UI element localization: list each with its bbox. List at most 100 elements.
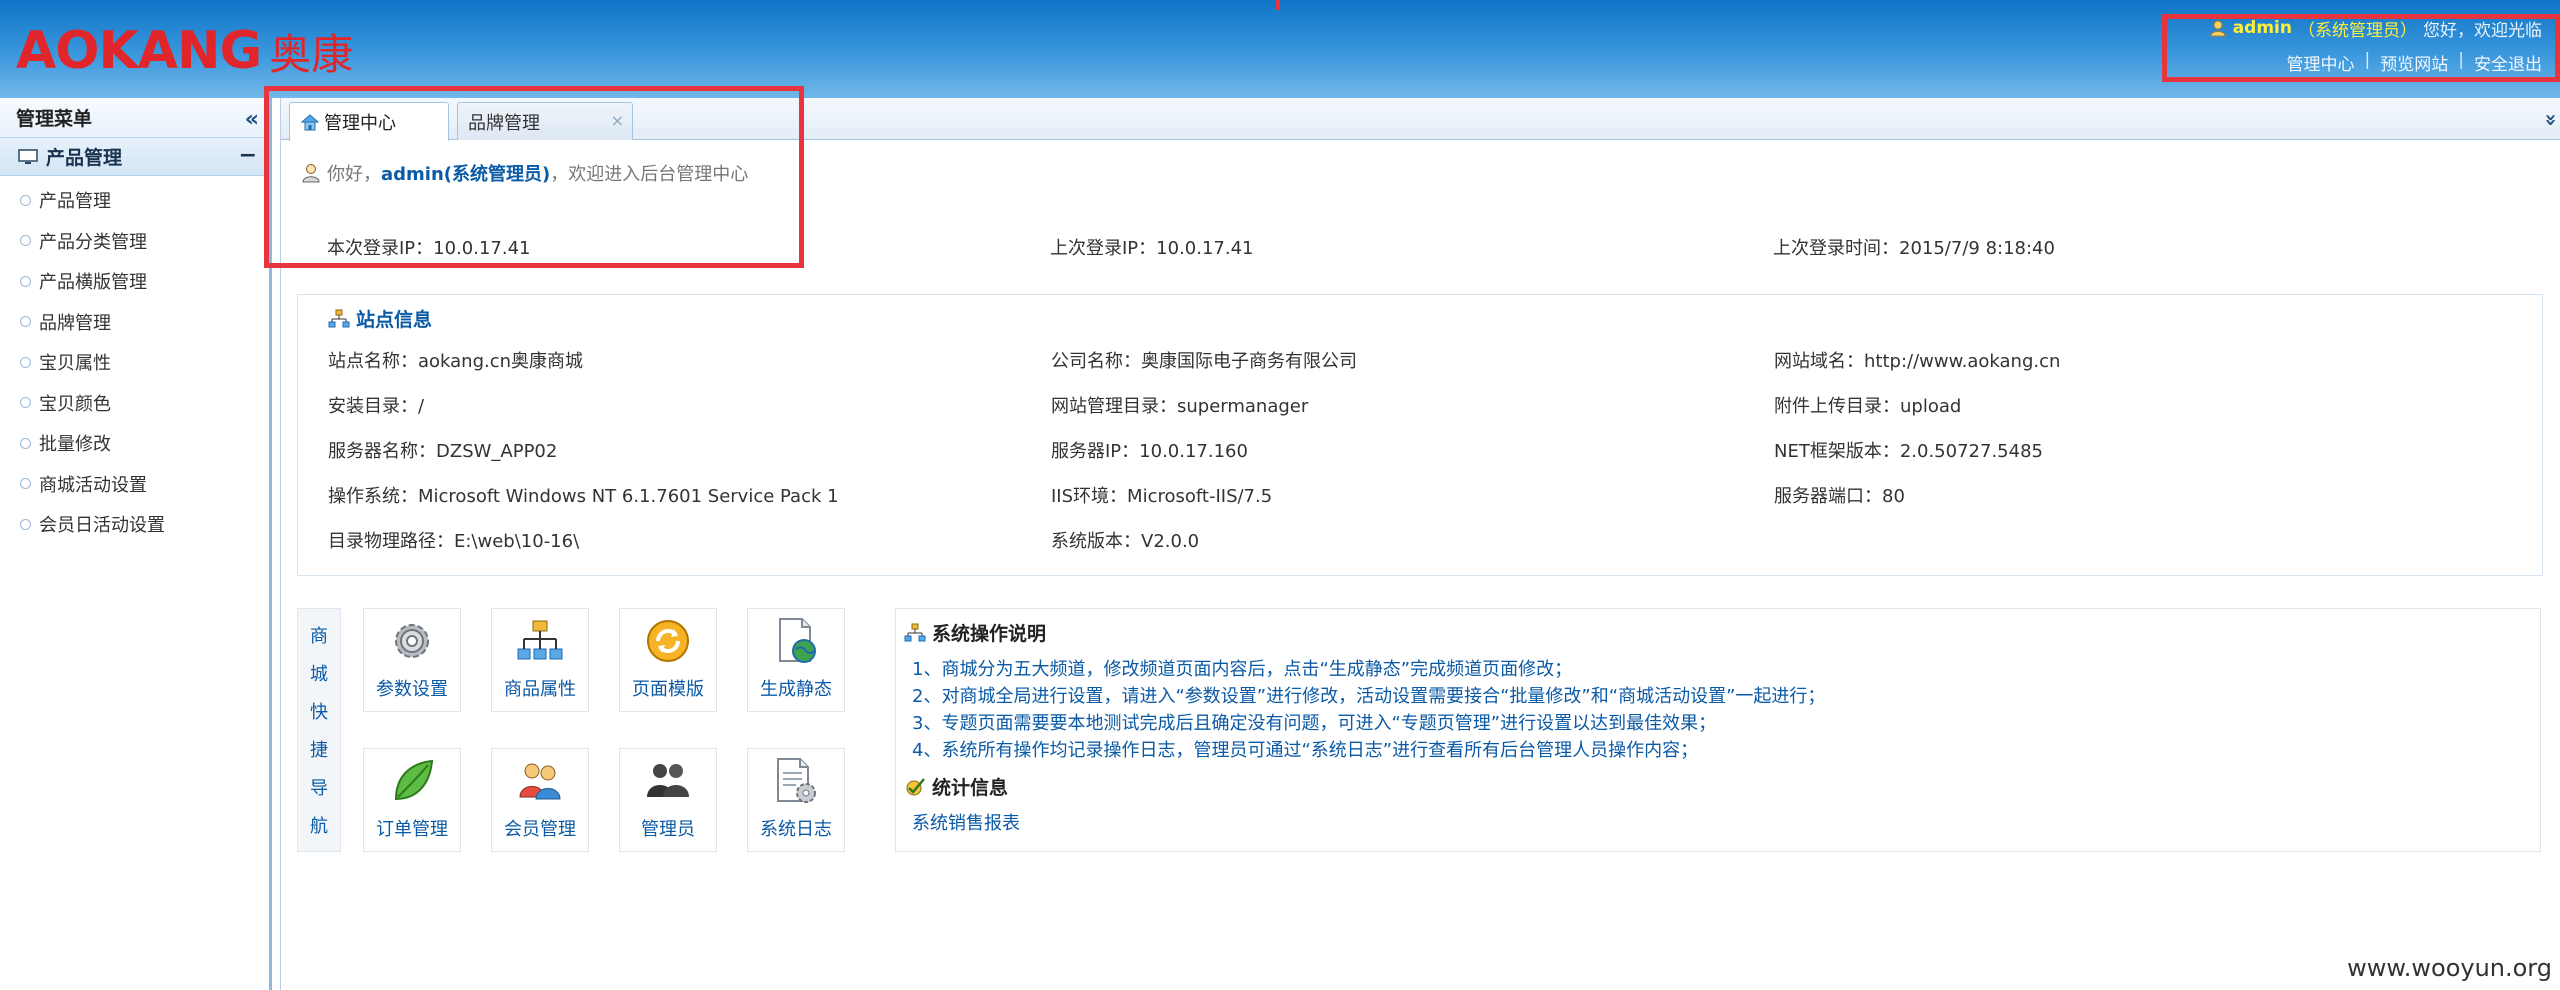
ops-title: 系统操作说明	[904, 619, 1046, 646]
quick-nav-char: 导	[310, 778, 328, 799]
bullet-icon	[20, 235, 31, 247]
refresh-icon	[647, 620, 689, 662]
sidebar-item-label: 产品横版管理	[39, 272, 147, 294]
menu-group-products[interactable]: 产品管理 −	[0, 138, 269, 176]
quick-nav-char: 城	[310, 664, 328, 685]
quick-nav-item-label: 系统日志	[760, 819, 832, 840]
quick-static-button[interactable]: 生成静态	[747, 608, 845, 712]
bullet-icon	[20, 518, 31, 530]
operating-system: 操作系统：Microsoft Windows NT 6.1.7601 Servi…	[328, 486, 839, 507]
sidebar-item-label: 品牌管理	[39, 312, 111, 334]
tab-menu-icon[interactable]: »	[2540, 114, 2560, 127]
bullet-icon	[20, 194, 31, 206]
quick-logs-button[interactable]: 系统日志	[747, 748, 845, 852]
menu-group-label: 产品管理	[46, 147, 123, 169]
sidebar-item-brand[interactable]: 品牌管理	[0, 302, 269, 343]
sidebar-item-colors[interactable]: 宝贝颜色	[0, 383, 269, 424]
net-version: NET框架版本：2.0.50727.5485	[1774, 441, 2043, 462]
sidebar-item-label: 宝贝属性	[39, 353, 111, 375]
menu-list: 产品管理 产品分类管理 产品横版管理 品牌管理 宝贝属性 宝贝颜色 批量修改 商…	[0, 176, 269, 545]
hierarchy-icon	[517, 620, 563, 660]
quick-admins-button[interactable]: 管理员	[619, 748, 717, 852]
quick-nav-item-label: 商品属性	[504, 679, 576, 700]
bullet-icon	[20, 478, 31, 490]
site-domain: 网站域名：http://www.aokang.cn	[1774, 351, 2061, 372]
collapse-group-icon[interactable]: −	[239, 143, 257, 168]
sidebar-item-label: 宝贝颜色	[39, 393, 111, 415]
sidebar: 管理菜单 « 产品管理 − 产品管理 产品分类管理 产品横版管理 品牌管理 宝贝…	[0, 98, 272, 990]
sidebar-item-attributes[interactable]: 宝贝属性	[0, 342, 269, 383]
sidebar-item-member-day[interactable]: 会员日活动设置	[0, 504, 269, 545]
logo[interactable]: AOKANG 奥康	[16, 21, 353, 81]
admins-icon	[647, 764, 689, 797]
logo-latin: AOKANG	[16, 21, 262, 81]
iis-env: IIS环境：Microsoft-IIS/7.5	[1051, 486, 1273, 507]
sidebar-item-banner[interactable]: 产品横版管理	[0, 261, 269, 302]
server-port: 服务器端口：80	[1774, 486, 1905, 507]
sidebar-item-category[interactable]: 产品分类管理	[0, 221, 269, 262]
install-dir: 安装目录：/	[328, 396, 425, 417]
system-version: 系统版本：V2.0.0	[1051, 531, 1200, 552]
highlight-box-user	[2162, 14, 2560, 82]
sidebar-item-label: 产品管理	[39, 191, 111, 213]
quick-nav-panel: 商 城 快 捷 导 航 参数设置 商品属性 页面模版 生成静态 订单管理 会员管…	[297, 608, 857, 852]
network-icon	[904, 623, 926, 641]
bullet-icon	[20, 275, 31, 287]
sidebar-item-label: 会员日活动设置	[39, 515, 165, 537]
members-icon	[519, 763, 561, 800]
site-info-panel: 站点信息 站点名称：aokang.cn奥康商城 公司名称：奥康国际电子商务有限公…	[297, 294, 2543, 576]
sidebar-item-label: 产品分类管理	[39, 231, 147, 253]
watermark: www.wooyun.org	[2347, 954, 2552, 982]
sidebar-item-label: 批量修改	[39, 434, 111, 456]
quick-members-button[interactable]: 会员管理	[491, 748, 589, 852]
quick-settings-button[interactable]: 参数设置	[363, 608, 461, 712]
ops-line-1: 1、商城分为五大频道，修改频道页面内容后，点击“生成静态”完成频道页面修改；	[912, 659, 1573, 680]
quick-nav-item-label: 管理员	[641, 819, 695, 840]
bullet-icon	[20, 437, 31, 449]
ops-line-3: 3、专题页面需要要本地测试完成后且确定没有问题，可进入“专题页管理”进行设置以达…	[912, 713, 1717, 734]
physical-path: 目录物理路径：E:\web\10-16\	[328, 531, 580, 552]
last-login-ip: 上次登录IP：10.0.17.41	[1050, 238, 1254, 259]
sidebar-header: 管理菜单 «	[0, 98, 269, 138]
quick-nav-char: 商	[310, 626, 328, 647]
site-info-title: 站点信息	[328, 305, 432, 332]
ops-title-text: 系统操作说明	[932, 623, 1047, 645]
last-login-time: 上次登录时间：2015/7/9 8:18:40	[1773, 238, 2055, 259]
bullet-icon	[20, 316, 31, 328]
monitor-icon	[18, 148, 38, 164]
server-name: 服务器名称：DZSW_APP02	[328, 441, 558, 462]
sales-report-link[interactable]: 系统销售报表	[912, 809, 1020, 835]
quick-nav-char: 快	[310, 702, 328, 723]
upload-dir: 附件上传目录：upload	[1774, 396, 1962, 417]
operations-panel: 系统操作说明 1、商城分为五大频道，修改频道页面内容后，点击“生成静态”完成频道…	[895, 608, 2541, 852]
site-info-title-text: 站点信息	[356, 309, 433, 331]
network-icon	[328, 309, 350, 327]
quick-nav-item-label: 参数设置	[376, 679, 448, 700]
stats-title-text: 统计信息	[932, 777, 1009, 799]
leaf-icon	[394, 759, 434, 801]
collapse-sidebar-icon[interactable]: «	[245, 107, 259, 132]
quick-attributes-button[interactable]: 商品属性	[491, 608, 589, 712]
doc-gear-icon	[777, 758, 816, 803]
quick-nav-item-label: 页面模版	[632, 679, 704, 700]
quick-orders-button[interactable]: 订单管理	[363, 748, 461, 852]
quick-nav-item-label: 生成静态	[760, 679, 832, 700]
bullet-icon	[20, 356, 31, 368]
sidebar-title: 管理菜单	[16, 108, 93, 130]
gear-icon	[395, 624, 429, 658]
quick-templates-button[interactable]: 页面模版	[619, 608, 717, 712]
server-ip: 服务器IP：10.0.17.160	[1051, 441, 1248, 462]
sidebar-item-label: 商城活动设置	[39, 474, 147, 496]
highlight-box-welcome	[264, 86, 804, 268]
quick-nav-char: 航	[310, 816, 328, 837]
quick-nav-label: 商 城 快 捷 导 航	[297, 608, 341, 852]
sidebar-item-product[interactable]: 产品管理	[0, 180, 269, 221]
quick-nav-item-label: 订单管理	[376, 819, 448, 840]
sidebar-item-mall-activity[interactable]: 商城活动设置	[0, 464, 269, 505]
ops-line-4: 4、系统所有操作均记录操作日志，管理员可通过“系统日志”进行查看所有后台管理人员…	[912, 740, 1699, 761]
sidebar-item-batch-edit[interactable]: 批量修改	[0, 423, 269, 464]
site-name: 站点名称：aokang.cn奥康商城	[328, 351, 584, 372]
highlight-tick	[1276, 0, 1280, 10]
admin-dir: 网站管理目录：supermanager	[1051, 396, 1309, 417]
doc-globe-icon	[779, 618, 816, 663]
